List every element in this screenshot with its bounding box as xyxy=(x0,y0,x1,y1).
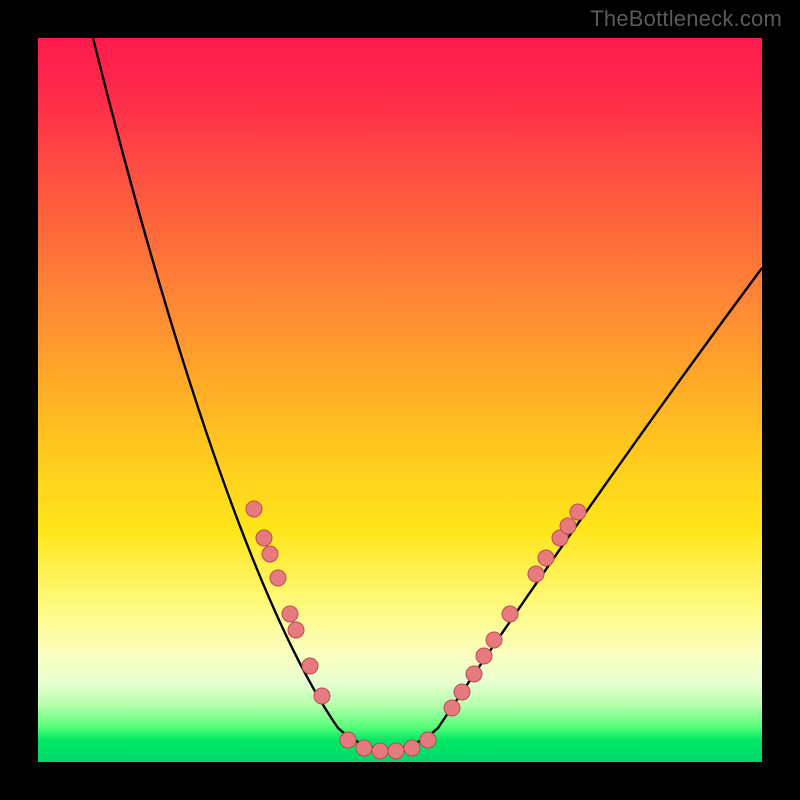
marker-group-bottom xyxy=(340,732,436,759)
marker-group-left xyxy=(246,501,330,704)
marker-dot xyxy=(454,684,470,700)
marker-dot xyxy=(570,504,586,520)
marker-dot xyxy=(314,688,330,704)
marker-dot xyxy=(486,632,502,648)
marker-dot xyxy=(302,658,318,674)
chart-frame: TheBottleneck.com xyxy=(0,0,800,800)
marker-dot xyxy=(444,700,460,716)
marker-dot xyxy=(502,606,518,622)
marker-dot xyxy=(262,546,278,562)
marker-dot xyxy=(388,743,404,759)
marker-dot xyxy=(466,666,482,682)
marker-dot xyxy=(270,570,286,586)
marker-dot xyxy=(538,550,554,566)
watermark-text: TheBottleneck.com xyxy=(590,6,782,32)
marker-dot xyxy=(560,518,576,534)
marker-dot xyxy=(476,648,492,664)
marker-dot xyxy=(282,606,298,622)
marker-dot xyxy=(246,501,262,517)
marker-dot xyxy=(528,566,544,582)
marker-dot xyxy=(404,740,420,756)
bottleneck-curve xyxy=(93,38,762,749)
bottleneck-curve-svg xyxy=(38,38,762,762)
marker-dot xyxy=(256,530,272,546)
marker-dot xyxy=(372,743,388,759)
marker-dot xyxy=(340,732,356,748)
marker-group-right xyxy=(444,504,586,716)
marker-dot xyxy=(288,622,304,638)
plot-area xyxy=(38,38,762,762)
marker-dot xyxy=(356,740,372,756)
marker-dot xyxy=(420,732,436,748)
